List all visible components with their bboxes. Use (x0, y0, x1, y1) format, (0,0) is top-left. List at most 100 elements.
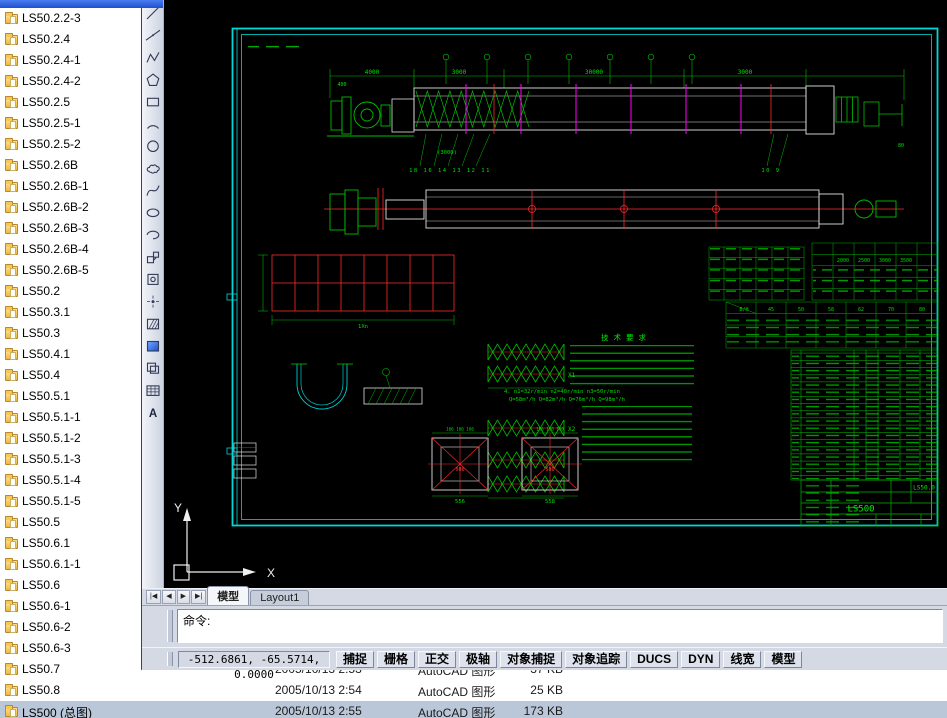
table-icon[interactable] (146, 385, 160, 396)
dwg-file-icon (5, 579, 18, 591)
file-row[interactable]: LS500 (总图) 2005/10/13 2:55 AutoCAD 图形 17… (0, 701, 947, 718)
ellipse-arc-icon[interactable] (146, 230, 160, 240)
svg-text:3500: 3500 (900, 258, 912, 264)
dwg-file-icon (5, 222, 18, 234)
file-name: LS50.2.6B (22, 158, 79, 172)
svg-text:58: 58 (828, 307, 834, 313)
dwg-file-icon (5, 411, 18, 423)
item-numbers: 18 16 14 13 12 11 (409, 168, 491, 174)
channel-detail (363, 368, 423, 405)
dwg-file-icon (5, 243, 18, 255)
file-name: LS50.2 (22, 284, 61, 298)
revision-cloud-icon[interactable] (146, 164, 160, 174)
point-icon[interactable] (147, 295, 159, 308)
dwg-file-icon (5, 96, 18, 108)
dwg-file-icon (5, 558, 18, 570)
status-toggle-button[interactable]: DYN (681, 651, 721, 668)
status-toggle-button[interactable]: 正交 (418, 651, 457, 668)
status-toggle-button[interactable]: DUCS (630, 651, 679, 668)
file-name: LS50.5.1-4 (22, 473, 81, 487)
file-name: LS50.4 (22, 368, 61, 382)
make-block-icon[interactable] (147, 273, 159, 285)
dwg-file-icon (5, 201, 18, 213)
coordinate-display[interactable]: -512.6861, -65.5714, 0.0000 (178, 651, 330, 681)
file-name: LS50.6-3 (22, 641, 71, 655)
polyline-icon[interactable] (146, 52, 160, 63)
screw-label: X1 (568, 372, 576, 379)
tab-nav-button[interactable]: ▶ (176, 590, 190, 604)
insert-block-icon[interactable] (146, 251, 160, 264)
file-name: LS50.2.2-3 (22, 11, 81, 25)
circle-icon[interactable] (147, 140, 159, 153)
file-name: LS50.2.5 (22, 95, 71, 109)
file-name: LS50.5.1-5 (22, 494, 81, 508)
dim-label: 3000 (452, 69, 467, 76)
command-window-grip[interactable] (167, 610, 173, 642)
file-name: LS50.6-1 (22, 599, 71, 613)
dwg-file-icon (5, 348, 18, 360)
arc-icon[interactable] (147, 125, 159, 129)
balloon-callouts (442, 53, 696, 84)
polygon-icon[interactable] (146, 73, 160, 86)
status-toggle-button[interactable]: 捕捉 (336, 651, 375, 668)
file-name: LS50.2.6B-2 (22, 200, 89, 214)
svg-text:45: 45 (768, 307, 774, 313)
screw-label: X2 (568, 426, 576, 433)
file-name: LS50.2.6B-5 (22, 263, 89, 277)
status-toggle-button[interactable]: 对象追踪 (565, 651, 628, 668)
dwg-file-icon (5, 75, 18, 87)
dim-label: 400 (337, 82, 346, 88)
file-name: LS50.3 (22, 326, 61, 340)
status-toggle-button[interactable]: 对象捕捉 (500, 651, 563, 668)
ellipse-icon[interactable] (146, 208, 160, 218)
file-name: LS50.2.4 (22, 32, 71, 46)
tab-nav-button[interactable]: ◀ (162, 590, 176, 604)
layout-tab[interactable]: 模型 (207, 586, 250, 605)
section-lines (465, 84, 742, 134)
tab-nav-button[interactable]: |◀ (146, 590, 162, 604)
notes-title: 技术要求 (601, 332, 651, 342)
svg-text:556: 556 (455, 499, 465, 505)
region-icon[interactable] (146, 362, 160, 374)
rectangle-icon[interactable] (146, 97, 160, 107)
screw-flights (415, 89, 530, 129)
gradient-icon[interactable] (146, 340, 160, 352)
multiline-text-icon[interactable]: A (149, 408, 157, 420)
assembly-section-view (324, 188, 904, 235)
status-toggle-button[interactable]: 极轴 (459, 651, 498, 668)
spline-icon[interactable] (146, 185, 160, 196)
dwg-file-icon (5, 369, 18, 381)
status-toggles: 捕捉 栅格 正交 极轴 对象捕捉 对象追踪 DUCS DYN 线宽 模型 (336, 651, 803, 668)
dim-label: 3000 (738, 69, 753, 76)
svg-text:62: 62 (858, 307, 864, 313)
tab-nav-button[interactable]: ▶| (190, 590, 207, 604)
dwg-file-icon (5, 138, 18, 150)
drive-motor (327, 96, 414, 137)
svg-text:70: 70 (888, 307, 894, 313)
dwg-file-icon (5, 180, 18, 192)
svg-text:2500: 2500 (858, 258, 870, 264)
dim-label: 4000 (365, 69, 380, 76)
line-icon[interactable] (146, 6, 160, 20)
hatch-icon[interactable] (146, 318, 160, 330)
file-name: LS50.2.4-2 (22, 74, 81, 88)
command-input[interactable]: 命令: (177, 609, 943, 643)
file-row[interactable]: LS50.8 2005/10/13 2:54 AutoCAD 图形 25 KB (0, 680, 947, 701)
layout-tabbar: |◀ ◀ ▶ ▶| 模型 Layout1 (142, 586, 947, 605)
status-toggle-button[interactable]: 模型 (764, 651, 803, 668)
dim-label: 1Xn (358, 324, 368, 330)
file-name: LS500 (总图) (22, 706, 93, 718)
sheet-note-marks (248, 42, 304, 52)
model-code: LS500 (847, 505, 874, 515)
layout-tab[interactable]: Layout1 (250, 590, 310, 605)
autocad-canvas[interactable]: 4000 3000 30000 3000 400 (3000) 80 18 16… (164, 0, 947, 588)
ucs-x-label: X (267, 566, 275, 580)
construction-line-icon[interactable] (145, 29, 161, 41)
file-name: LS50.2.6B-1 (22, 179, 89, 193)
file-type: AutoCAD 图形 (418, 685, 496, 699)
file-size: 173 KB (523, 704, 563, 718)
file-name: LS50.2.6B-4 (22, 242, 89, 256)
status-toggle-button[interactable]: 线宽 (723, 651, 762, 668)
file-name: LS50.5.1-2 (22, 431, 81, 445)
status-toggle-button[interactable]: 栅格 (377, 651, 416, 668)
